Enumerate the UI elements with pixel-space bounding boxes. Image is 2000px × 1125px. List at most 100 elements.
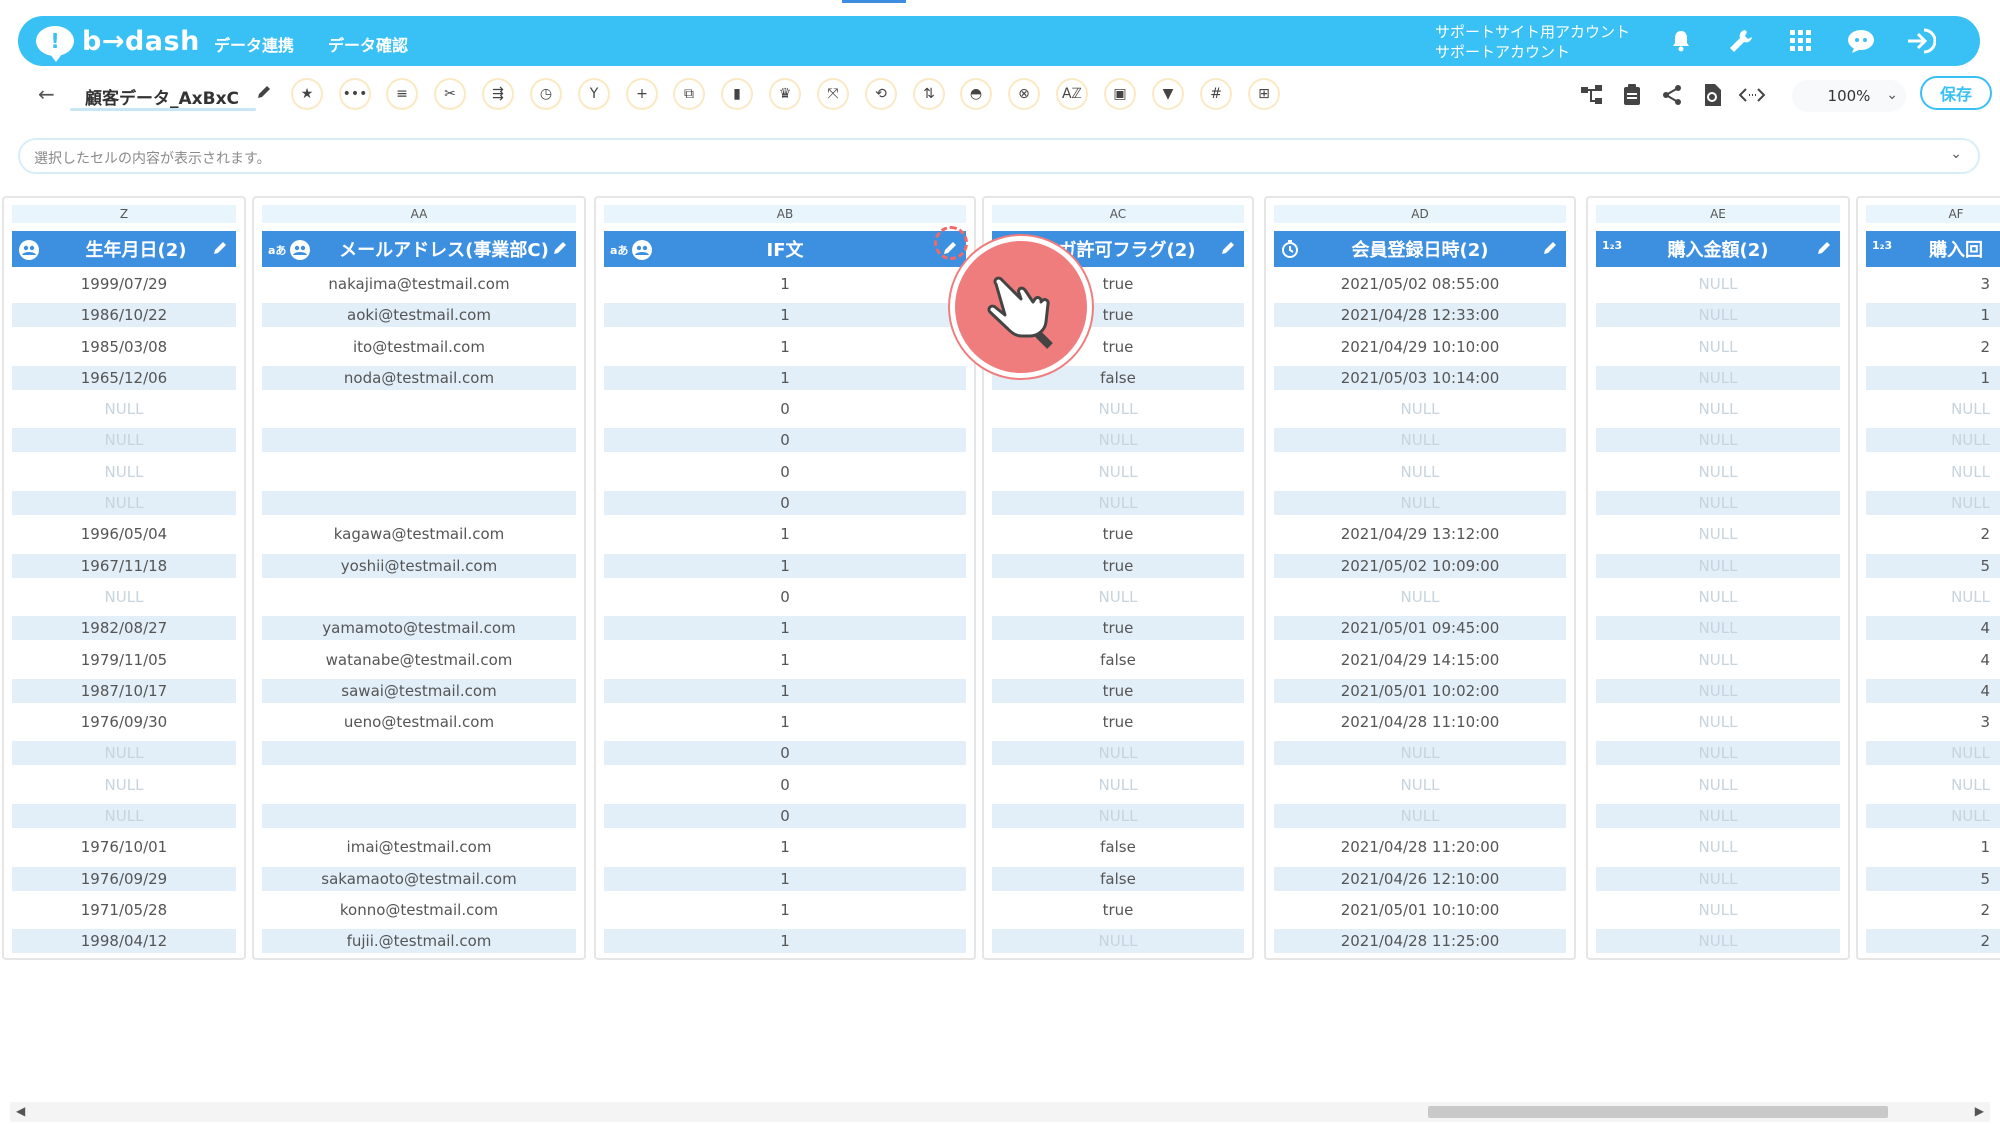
- refresh-file-icon[interactable]: [1698, 82, 1726, 108]
- table-cell[interactable]: 1999/07/29: [12, 272, 236, 296]
- table-cell[interactable]: 2021/04/28 11:10:00: [1274, 710, 1566, 734]
- repeat-icon[interactable]: ⟲: [867, 80, 895, 108]
- table-cell[interactable]: 2021/04/26 12:10:00: [1274, 866, 1566, 891]
- edit-pencil-icon[interactable]: [1220, 240, 1236, 261]
- table-cell[interactable]: NULL: [1596, 804, 1840, 829]
- column-header[interactable]: 会員登録日時(2): [1274, 231, 1566, 267]
- table-cell[interactable]: 1976/09/30: [12, 710, 236, 734]
- table-cell[interactable]: NULL: [1596, 898, 1840, 922]
- table-cell[interactable]: NULL: [1596, 741, 1840, 766]
- table-cell[interactable]: ito@testmail.com: [262, 335, 576, 359]
- table-cell[interactable]: ueno@testmail.com: [262, 710, 576, 734]
- table-cell[interactable]: sakamaoto@testmail.com: [262, 866, 576, 891]
- table-cell[interactable]: NULL: [1596, 585, 1840, 609]
- table-cell[interactable]: NULL: [992, 804, 1244, 829]
- table-cell[interactable]: NULL: [992, 773, 1244, 797]
- table-grid-icon[interactable]: ⊞: [1250, 80, 1278, 108]
- table-cell[interactable]: watanabe@testmail.com: [262, 648, 576, 672]
- table-cell[interactable]: 2021/04/28 11:25:00: [1274, 929, 1566, 954]
- table-cell[interactable]: NULL: [992, 585, 1244, 609]
- apps-grid-icon[interactable]: [1784, 25, 1818, 57]
- table-cell[interactable]: 1: [604, 522, 966, 546]
- table-cell[interactable]: NULL: [1274, 585, 1566, 609]
- column-header[interactable]: aあ IF文: [604, 231, 966, 267]
- table-cell[interactable]: NULL: [1596, 335, 1840, 359]
- table-cell[interactable]: NULL: [992, 491, 1244, 516]
- column-letter[interactable]: AD: [1274, 205, 1566, 223]
- table-cell[interactable]: NULL: [1274, 741, 1566, 766]
- column-header[interactable]: 1₂3 購入金額(2): [1596, 231, 1840, 267]
- table-cell[interactable]: [262, 773, 576, 797]
- table-cell[interactable]: 2021/05/01 09:45:00: [1274, 616, 1566, 641]
- table-cell[interactable]: NULL: [1596, 710, 1840, 734]
- table-cell[interactable]: true: [992, 616, 1244, 641]
- table-cell[interactable]: NULL: [1596, 272, 1840, 296]
- filter-icon[interactable]: ▼: [1154, 80, 1182, 108]
- clipboard-icon[interactable]: [1618, 82, 1646, 108]
- pencil-icon[interactable]: [256, 84, 272, 104]
- table-cell[interactable]: NULL: [992, 741, 1244, 766]
- table-cell[interactable]: 2021/04/28 12:33:00: [1274, 303, 1566, 328]
- table-cell[interactable]: NULL: [1596, 491, 1840, 516]
- table-cell[interactable]: 1: [604, 866, 966, 891]
- nav-data-check[interactable]: データ確認: [328, 32, 408, 56]
- hashtag-icon[interactable]: #: [1202, 80, 1230, 108]
- table-cell[interactable]: NULL: [12, 428, 236, 453]
- table-cell[interactable]: true: [992, 898, 1244, 922]
- table-cell[interactable]: 1: [604, 335, 966, 359]
- table-cell[interactable]: 0: [604, 804, 966, 829]
- support-chat-icon[interactable]: [1844, 25, 1878, 57]
- table-cell[interactable]: kagawa@testmail.com: [262, 522, 576, 546]
- horizontal-scrollbar[interactable]: ◀ ▶: [10, 1102, 1990, 1122]
- table-cell[interactable]: 1996/05/04: [12, 522, 236, 546]
- table-cell[interactable]: NULL: [1866, 773, 2000, 797]
- table-cell[interactable]: 2021/04/29 14:15:00: [1274, 648, 1566, 672]
- table-cell[interactable]: 0: [604, 460, 966, 484]
- table-cell[interactable]: 0: [604, 428, 966, 453]
- back-arrow-icon[interactable]: ←: [38, 82, 55, 106]
- table-cell[interactable]: true: [992, 522, 1244, 546]
- data-flow-icon[interactable]: [1578, 82, 1606, 108]
- wrench-icon[interactable]: [1724, 25, 1758, 57]
- table-cell[interactable]: NULL: [1274, 428, 1566, 453]
- table-cell[interactable]: 0: [604, 741, 966, 766]
- column-letter[interactable]: Z: [12, 205, 236, 223]
- column-header[interactable]: 1₂3 購入回: [1866, 231, 2000, 267]
- logout-icon[interactable]: [1904, 25, 1938, 57]
- table-cell[interactable]: NULL: [1596, 773, 1840, 797]
- table-name[interactable]: 顧客データ_AxBxC: [85, 84, 239, 109]
- list-icon[interactable]: ≡: [388, 80, 416, 108]
- branch-icon[interactable]: Y: [580, 80, 608, 108]
- expand-icon[interactable]: ⤧: [819, 80, 847, 108]
- merge-icon[interactable]: ⇶: [484, 80, 512, 108]
- table-cell[interactable]: [262, 428, 576, 453]
- table-cell[interactable]: [262, 804, 576, 829]
- table-cell[interactable]: 2021/05/01 10:10:00: [1274, 898, 1566, 922]
- table-cell[interactable]: 1: [1866, 365, 2000, 390]
- bag-icon[interactable]: ◓: [962, 80, 990, 108]
- column-letter[interactable]: AC: [992, 205, 1244, 223]
- add-icon[interactable]: +: [628, 80, 656, 108]
- table-cell[interactable]: 4: [1866, 616, 2000, 641]
- table-cell[interactable]: aoki@testmail.com: [262, 303, 576, 328]
- table-cell[interactable]: NULL: [1596, 460, 1840, 484]
- table-cell[interactable]: NULL: [1596, 365, 1840, 390]
- table-cell[interactable]: 4: [1866, 648, 2000, 672]
- table-cell[interactable]: 1: [604, 553, 966, 578]
- table-cell[interactable]: NULL: [1274, 397, 1566, 421]
- table-cell[interactable]: NULL: [1596, 397, 1840, 421]
- table-cell[interactable]: 3: [1866, 710, 2000, 734]
- table-cell[interactable]: NULL: [992, 397, 1244, 421]
- table-cell[interactable]: 2: [1866, 898, 2000, 922]
- table-cell[interactable]: 1: [604, 929, 966, 954]
- table-cell[interactable]: 1987/10/17: [12, 678, 236, 703]
- table-cell[interactable]: 0: [604, 773, 966, 797]
- table-cell[interactable]: NULL: [1274, 491, 1566, 516]
- table-cell[interactable]: NULL: [12, 397, 236, 421]
- table-cell[interactable]: NULL: [1866, 585, 2000, 609]
- table-cell[interactable]: 0: [604, 585, 966, 609]
- table-cell[interactable]: NULL: [1866, 491, 2000, 516]
- nav-data-integration[interactable]: データ連携: [214, 32, 294, 56]
- table-cell[interactable]: NULL: [1866, 741, 2000, 766]
- scroll-right-arrow-icon[interactable]: ▶: [1975, 1104, 1984, 1118]
